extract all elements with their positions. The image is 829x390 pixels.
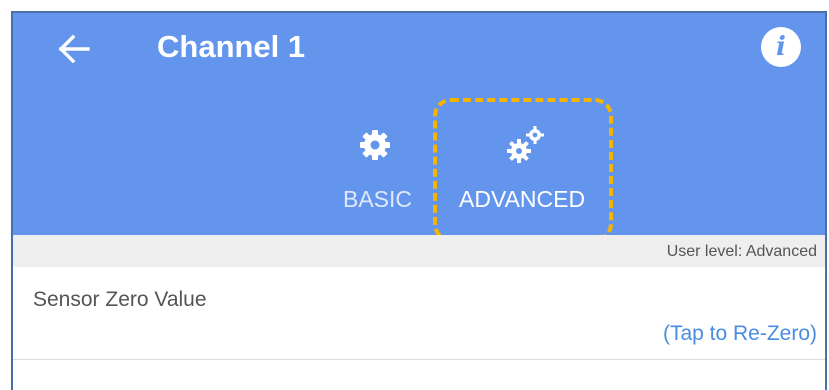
sensor-zero-row[interactable]: Sensor Zero Value (Tap to Re-Zero) xyxy=(13,267,825,360)
info-icon: i xyxy=(776,32,786,62)
tab-advanced-label: ADVANCED xyxy=(459,186,586,212)
page-title: Channel 1 xyxy=(157,29,306,64)
sensor-zero-label: Sensor Zero Value xyxy=(33,288,207,311)
user-level-bar: User level: Advanced xyxy=(13,235,825,267)
app-window: Channel 1 i BASIC ADVANCED User level: A… xyxy=(11,11,827,390)
tab-advanced[interactable]: ADVANCED xyxy=(447,123,613,235)
gear-icon xyxy=(360,130,390,160)
tab-basic-label: BASIC xyxy=(343,186,413,212)
info-button[interactable]: i xyxy=(761,27,801,67)
arrow-left-icon xyxy=(58,34,90,64)
tab-basic[interactable]: BASIC xyxy=(335,123,421,235)
app-bar: Channel 1 i BASIC ADVANCED xyxy=(13,13,825,242)
user-level-text: User level: Advanced xyxy=(666,243,817,260)
back-button[interactable] xyxy=(57,31,93,67)
gears-icon xyxy=(507,126,544,163)
re-zero-link[interactable]: (Tap to Re-Zero) xyxy=(663,321,817,347)
